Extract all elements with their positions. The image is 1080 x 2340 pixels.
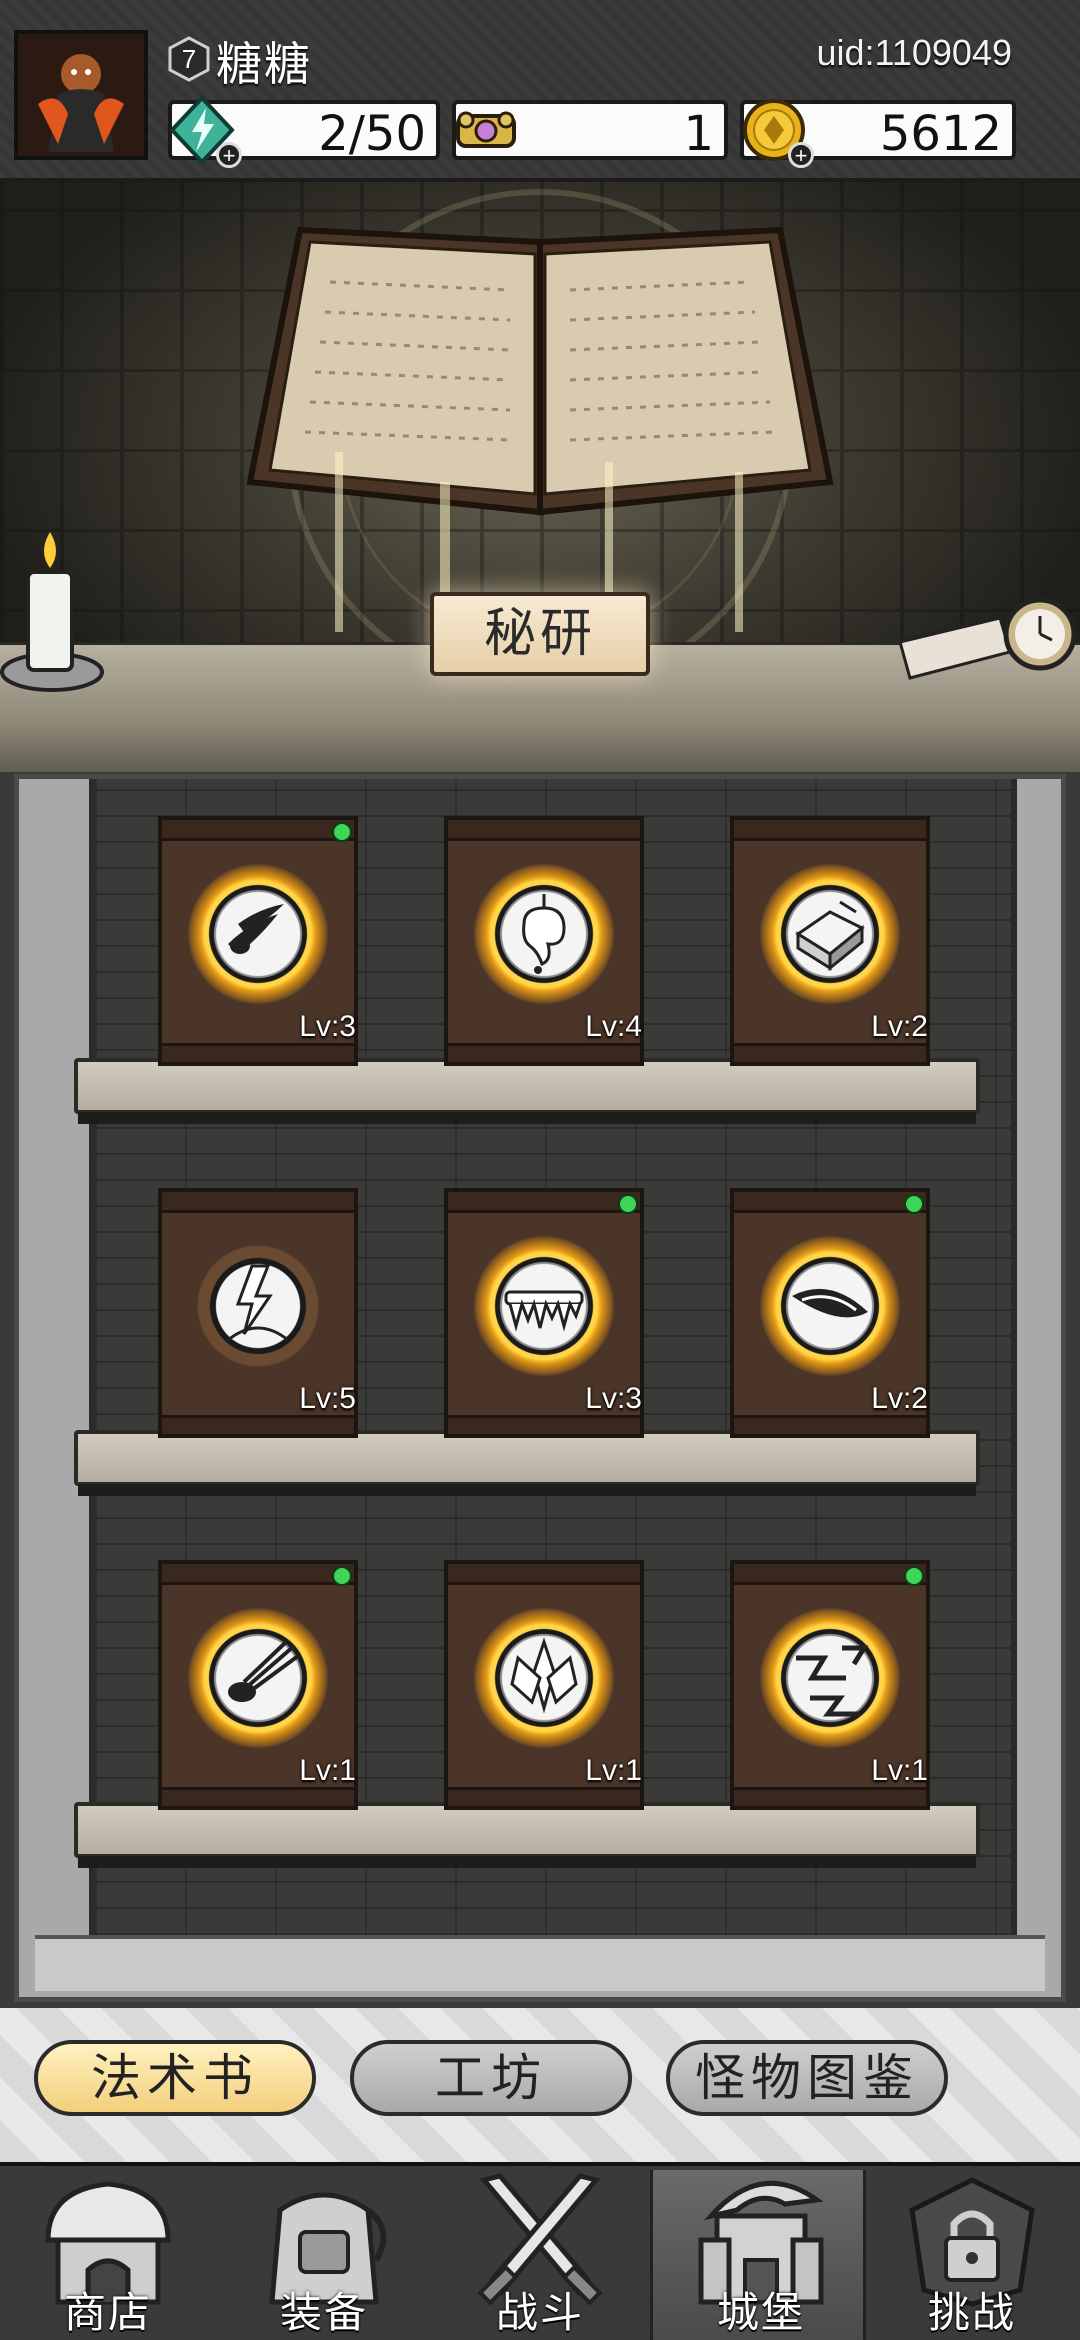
book-spine-top [162, 820, 354, 841]
nav-battle[interactable]: 战斗 [432, 2170, 648, 2340]
nav-label: 装备 [279, 2288, 368, 2337]
bottom-navigation: 商店 装备 战斗 城堡 挑战 [0, 2162, 1080, 2340]
add-energy-button[interactable]: + [216, 142, 242, 168]
book-spine-top [448, 820, 640, 841]
energy-value: 2/50 [318, 106, 426, 162]
book-spine-top [734, 1192, 926, 1213]
spellbook-level: Lv:4 [585, 1010, 642, 1043]
pocket-watch-icon [898, 597, 1077, 680]
book-spine-bottom [162, 1787, 354, 1806]
nav-castle[interactable]: 城堡 [650, 2170, 866, 2340]
spellbook-card[interactable]: Lv:3 [444, 1188, 644, 1438]
research-library-scene [0, 182, 1080, 772]
nav-challenge[interactable]: 挑战 [864, 2170, 1080, 2340]
player-uid: uid:1109049 [816, 32, 1012, 73]
notification-dot [332, 822, 352, 842]
research-button[interactable]: 秘研 [430, 592, 650, 676]
spellbook-level: Lv:2 [871, 1382, 928, 1415]
book-spine-bottom [734, 1043, 926, 1062]
crystal-block-icon [795, 900, 865, 972]
book-spine-bottom [448, 1043, 640, 1062]
shelf-ledge [74, 1802, 980, 1868]
shelf-ledge [74, 1058, 980, 1124]
book-spine-bottom [162, 1415, 354, 1434]
book-spine-top [162, 1192, 354, 1213]
nav-label: 商店 [63, 2288, 152, 2337]
key-icon [456, 111, 516, 148]
castle-spellbook-screen: 7 糖糖 uid:1109049 + 2/50 1 + 5612 秘研 Lv:3… [0, 0, 1080, 2340]
lightning-strike-icon [227, 1264, 289, 1342]
spellbook-level: Lv:3 [299, 1010, 356, 1043]
book-spine-bottom [162, 1043, 354, 1062]
coin-counter[interactable]: + 5612 [740, 99, 1016, 168]
book-spine-top [734, 1564, 926, 1585]
book-spine-top [448, 1564, 640, 1585]
spellbook-card[interactable]: Lv:2 [730, 816, 930, 1066]
droplets-icon [228, 904, 284, 954]
spellbook-card[interactable]: Lv:4 [444, 816, 644, 1066]
book-spine-top [734, 820, 926, 841]
shelf-base [35, 1935, 1045, 1991]
spellbook-level: Lv:1 [871, 1754, 928, 1787]
notification-dot [618, 1194, 638, 1214]
avatar-portrait-icon [18, 34, 144, 156]
player-avatar[interactable] [14, 30, 148, 160]
ice-crystal-icon [510, 1637, 578, 1714]
key-counter[interactable]: 1 [452, 100, 728, 162]
nav-equipment[interactable]: 装备 [216, 2170, 432, 2340]
book-spine-bottom [734, 1787, 926, 1806]
candle-icon [0, 532, 104, 692]
key-value: 1 [683, 106, 714, 162]
nav-label: 战斗 [495, 2288, 584, 2337]
notification-dot [904, 1566, 924, 1586]
ice-spikes-icon [504, 1290, 584, 1332]
shelf-ledge [74, 1430, 980, 1496]
meteor-icon [228, 1640, 300, 1702]
nav-shop[interactable]: 商店 [0, 2170, 216, 2340]
spellbook-card[interactable]: Lv:1 [444, 1560, 644, 1810]
book-spine-bottom [448, 1787, 640, 1806]
spellbook-card[interactable]: Lv:1 [158, 1560, 358, 1810]
book-spine-top [448, 1192, 640, 1213]
energy-counter[interactable]: + 2/50 [168, 95, 440, 168]
spellbook-level: Lv:3 [585, 1382, 642, 1415]
spellbook-card[interactable]: Lv:1 [730, 1560, 930, 1810]
spellbook-level: Lv:1 [585, 1754, 642, 1787]
book-spine-bottom [448, 1415, 640, 1434]
notification-dot [332, 1566, 352, 1586]
nav-label: 挑战 [927, 2288, 1016, 2337]
spellbook-card[interactable]: Lv:3 [158, 816, 358, 1066]
book-spine-top [162, 1564, 354, 1585]
nav-label: 城堡 [716, 2288, 805, 2337]
wind-slash-icon [792, 1288, 868, 1318]
level-badge: 7 [168, 36, 210, 82]
spellbook-level: Lv:2 [871, 1010, 928, 1043]
notification-dot [904, 1194, 924, 1214]
tab-monster-codex[interactable]: 怪物图鉴 [666, 2040, 948, 2116]
spellbook-card[interactable]: Lv:2 [730, 1188, 930, 1438]
player-name: 糖糖 [216, 37, 312, 91]
tab-workshop[interactable]: 工坊 [350, 2040, 632, 2116]
top-status-bar: 7 糖糖 uid:1109049 + 2/50 1 + 5612 [0, 0, 1080, 182]
spellbook-level: Lv:1 [299, 1754, 356, 1787]
spellbook-card[interactable]: Lv:5 [158, 1188, 358, 1438]
spellbook-level: Lv:5 [299, 1382, 356, 1415]
add-coin-button[interactable]: + [788, 142, 814, 168]
level-number: 7 [182, 44, 196, 74]
tab-spellbook[interactable]: 法术书 [34, 2040, 316, 2116]
chain-lightning-icon [796, 1645, 869, 1717]
coin-value: 5612 [879, 106, 1002, 162]
book-spine-bottom [734, 1415, 926, 1434]
acid-drop-icon [522, 894, 566, 974]
